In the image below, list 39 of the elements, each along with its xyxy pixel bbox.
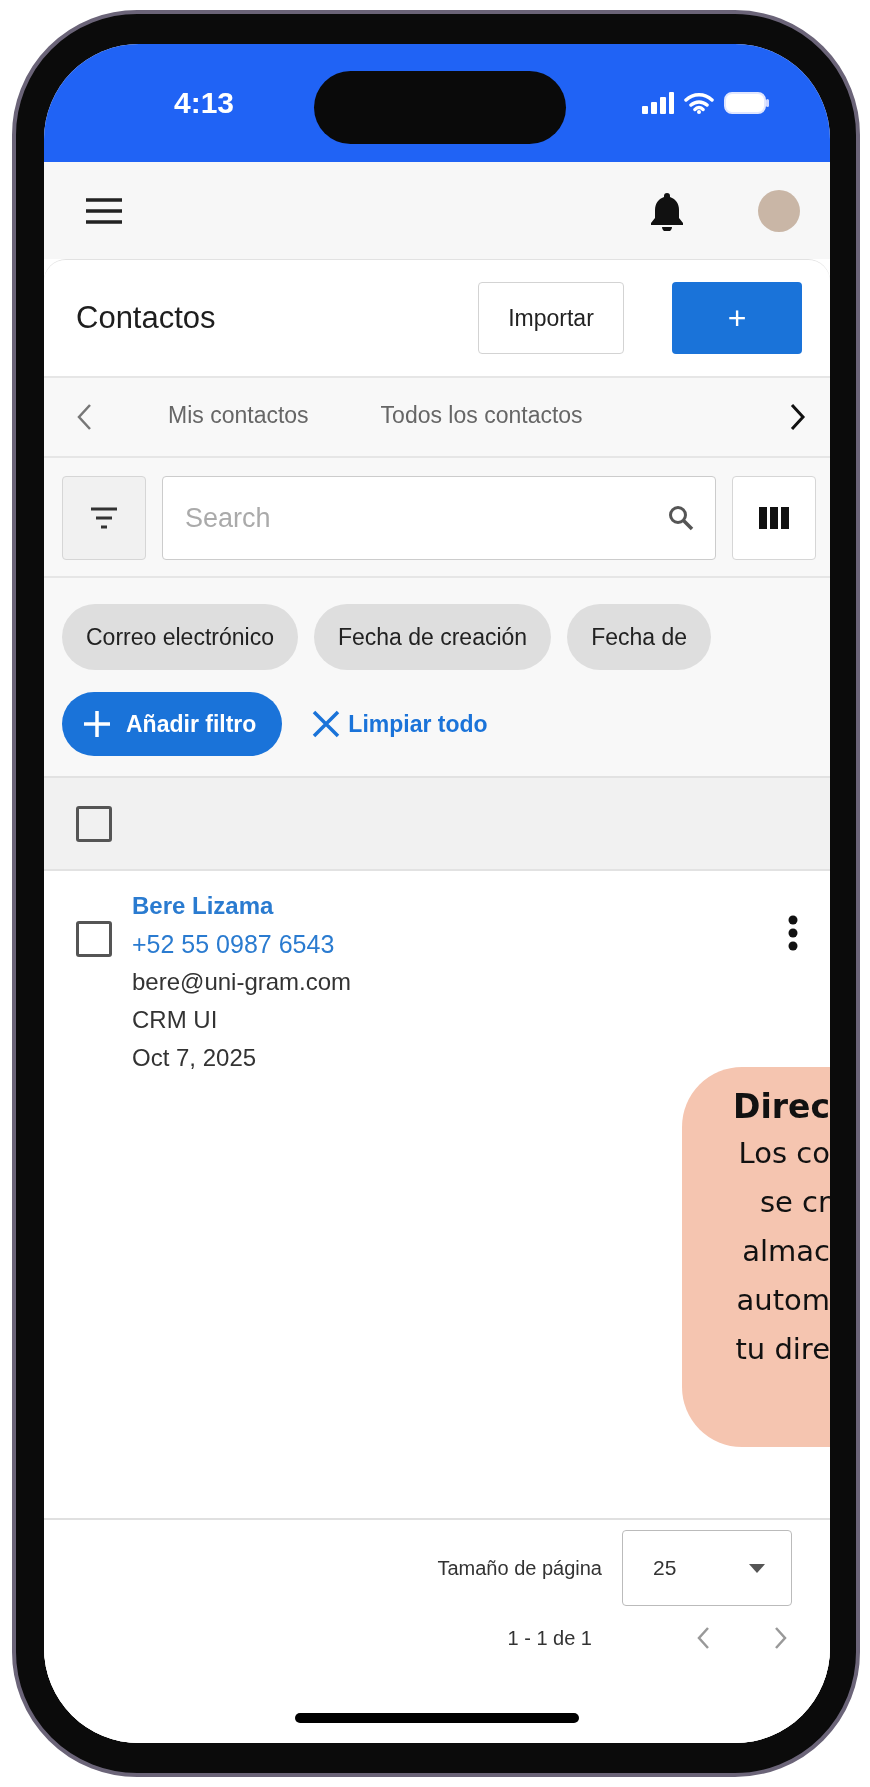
add-button[interactable]: + (672, 282, 802, 354)
filter-chip[interactable]: Correo electrónico (62, 604, 298, 670)
plus-icon (84, 711, 110, 737)
add-filter-button[interactable]: Añadir filtro (62, 692, 283, 756)
close-icon (312, 710, 341, 738)
filter-icon (91, 507, 117, 529)
filter-chip[interactable]: Fecha de (567, 604, 712, 670)
page-size-label: Tamaño de página (437, 1556, 602, 1580)
row-checkbox[interactable] (76, 921, 112, 957)
battery-icon (724, 92, 770, 114)
import-button[interactable]: Importar (478, 282, 624, 354)
callout-text: almac (742, 1233, 830, 1270)
search-icon (668, 505, 694, 531)
search-field[interactable]: Search (162, 476, 716, 560)
columns-icon (759, 507, 789, 529)
callout-text: autom (736, 1282, 830, 1319)
contact-name[interactable]: Bere Lizama (132, 889, 274, 923)
tab[interactable]: Mis contactos (168, 394, 309, 440)
contact-phone[interactable]: +52 55 0987 6543 (132, 927, 335, 961)
status-time: 4:13 (174, 86, 235, 120)
clear-all-button[interactable]: Limpiar todo (306, 709, 494, 739)
filter-chip[interactable]: Fecha de creación (313, 604, 552, 670)
filter-button[interactable] (62, 476, 146, 560)
page-size-select[interactable]: 25 (622, 1530, 792, 1606)
callout-text: se cr (759, 1184, 830, 1221)
callout-text: Los co (738, 1135, 830, 1172)
tab[interactable]: Todos los contactos (380, 394, 583, 440)
columns-button[interactable] (732, 476, 816, 560)
select-all-checkbox[interactable] (76, 805, 112, 842)
signal-icon (642, 92, 674, 114)
page-title: Contactos (76, 300, 217, 336)
dropdown-icon (749, 1563, 765, 1573)
page-range: 1 - 1 de 1 (507, 1626, 592, 1650)
contact-date: Oct 7, 2025 (132, 1043, 257, 1073)
callout-text: tu dire (735, 1331, 830, 1368)
contact-company: CRM UI (132, 1005, 218, 1035)
wifi-icon (684, 92, 714, 114)
callout-title: Direc (733, 1086, 830, 1128)
contact-email: bere@uni-gram.com (132, 967, 352, 997)
